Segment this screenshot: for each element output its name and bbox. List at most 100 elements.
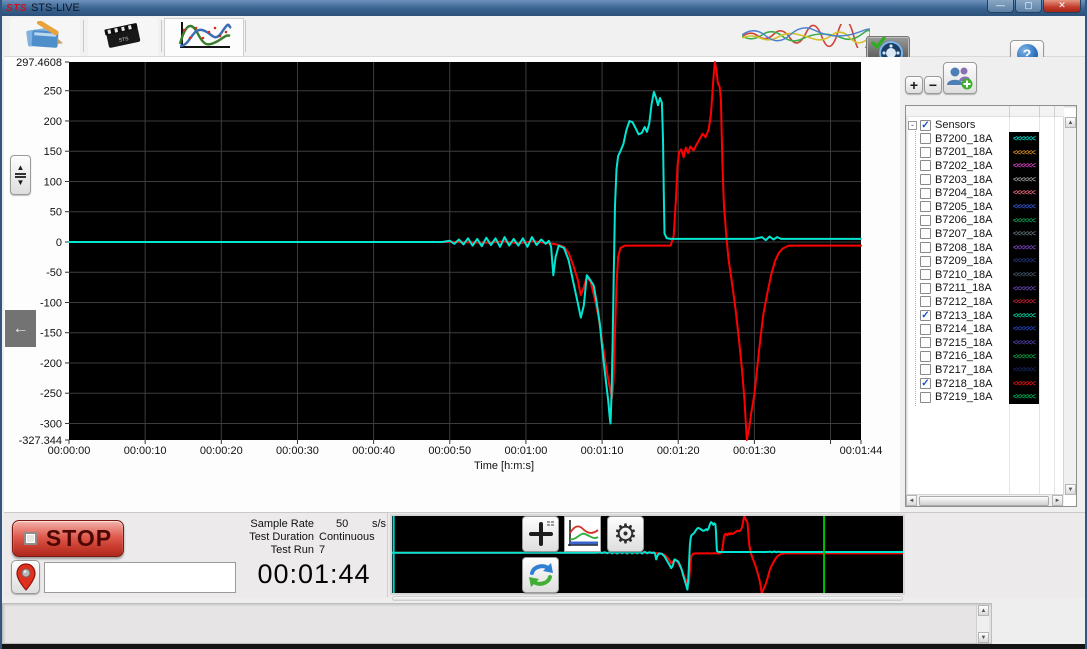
trace-color-swatch: <<<<<< bbox=[1010, 214, 1038, 228]
overview-chart-panel[interactable] bbox=[390, 514, 905, 595]
sensors-root-checkbox[interactable]: ✓ bbox=[920, 120, 931, 131]
sensor-row[interactable]: B7217_18A bbox=[920, 363, 993, 377]
status-message-area[interactable]: ▲ ▼ bbox=[2, 603, 992, 644]
elapsed-timer: 00:01:44 bbox=[242, 559, 386, 590]
sensor-label: B7215_18A bbox=[935, 337, 993, 349]
add-sensor-group-button[interactable] bbox=[943, 62, 977, 94]
sensor-row[interactable]: ✓B7218_18A bbox=[920, 377, 993, 391]
spinner-up-icon[interactable]: ▲ bbox=[17, 164, 25, 171]
sensor-row[interactable]: B7204_18A bbox=[920, 186, 993, 200]
sensor-checkbox[interactable] bbox=[920, 160, 931, 171]
tab-charts[interactable] bbox=[164, 18, 244, 56]
minimize-button[interactable]: — bbox=[987, 0, 1014, 13]
main-chart[interactable]: 00:00:0000:00:1000:00:2000:00:3000:00:40… bbox=[4, 57, 900, 512]
sensor-list-hscrollbar[interactable]: ◄ ► bbox=[906, 494, 1064, 506]
status-scroll-up-icon[interactable]: ▲ bbox=[978, 605, 989, 616]
sensor-row[interactable]: B7211_18A bbox=[920, 282, 992, 296]
sensor-row[interactable]: B7208_18A bbox=[920, 241, 993, 255]
sensor-row[interactable]: B7200_18A bbox=[920, 132, 993, 146]
sensor-checkbox[interactable] bbox=[920, 215, 931, 226]
sensor-checkbox[interactable] bbox=[920, 337, 931, 348]
sensor-checkbox[interactable] bbox=[920, 296, 931, 307]
sensor-checkbox[interactable] bbox=[920, 256, 931, 267]
tab-editor[interactable] bbox=[10, 18, 80, 56]
y-tick-label: -150 bbox=[40, 328, 62, 340]
marker-pin-button[interactable] bbox=[11, 560, 40, 594]
tab-divider bbox=[245, 20, 246, 52]
app-logo: STS bbox=[6, 3, 27, 14]
titlebar: STS STS-LIVE — ▢ ✕ bbox=[2, 0, 1085, 16]
zoom-out-button[interactable]: − bbox=[924, 76, 942, 94]
spinner-down-icon[interactable]: ▼ bbox=[17, 179, 25, 186]
sensor-row[interactable]: B7219_18A bbox=[920, 390, 993, 404]
trace-color-swatch: <<<<<< bbox=[1010, 159, 1038, 173]
sensor-label: B7209_18A bbox=[935, 255, 993, 267]
status-vscrollbar[interactable]: ▲ ▼ bbox=[976, 605, 989, 643]
sensor-row[interactable]: B7203_18A bbox=[920, 173, 993, 187]
tab-clapperboard[interactable]: STS bbox=[88, 18, 158, 56]
sensor-checkbox[interactable] bbox=[920, 147, 931, 158]
sensor-row[interactable]: B7215_18A bbox=[920, 336, 993, 350]
sensor-checkbox[interactable] bbox=[920, 242, 931, 253]
pan-left-button[interactable]: ← bbox=[5, 310, 36, 347]
sensor-row[interactable]: B7201_18A bbox=[920, 146, 993, 160]
test-duration-label: Test Duration bbox=[242, 531, 314, 544]
settings-button[interactable]: ⚙ bbox=[607, 516, 644, 552]
sensor-row[interactable]: B7202_18A bbox=[920, 159, 993, 173]
sensor-checkbox[interactable] bbox=[920, 133, 931, 144]
sensor-checkbox[interactable] bbox=[920, 324, 931, 335]
sensor-tree-root[interactable]: - ✓ Sensors bbox=[908, 118, 975, 132]
sensor-row[interactable]: B7209_18A bbox=[920, 254, 993, 268]
sensor-checkbox[interactable]: ✓ bbox=[920, 378, 931, 389]
scroll-up-icon[interactable]: ▲ bbox=[1065, 117, 1076, 128]
run-control-panel: STOP Sample Rate 50 s/s Test Duration bbox=[4, 513, 388, 597]
y-scale-spinner[interactable]: ▲ ▼ bbox=[10, 155, 31, 195]
stop-button[interactable]: STOP bbox=[12, 520, 124, 557]
overview-scrollbar[interactable] bbox=[392, 596, 903, 601]
graph-thumbnail-button[interactable] bbox=[564, 516, 601, 552]
spinner-grip bbox=[15, 173, 26, 175]
maximize-button[interactable]: ▢ bbox=[1015, 0, 1042, 13]
sensor-row[interactable]: B7206_18A bbox=[920, 214, 993, 228]
status-scroll-down-icon[interactable]: ▼ bbox=[978, 632, 989, 643]
trace-color-swatch: <<<<<< bbox=[1010, 282, 1038, 296]
sensor-row[interactable]: B7212_18A bbox=[920, 295, 993, 309]
x-tick-label: 00:01:44 bbox=[840, 445, 883, 457]
y-tick-label: -50 bbox=[46, 267, 62, 279]
sensor-list-vscrollbar[interactable]: ▲ ▼ bbox=[1063, 117, 1076, 495]
sensor-row[interactable]: ✓B7213_18A bbox=[920, 309, 993, 323]
test-run-label: Test Run bbox=[242, 544, 314, 557]
sensor-checkbox[interactable] bbox=[920, 364, 931, 375]
marker-text-input[interactable] bbox=[44, 562, 236, 593]
close-button[interactable]: ✕ bbox=[1043, 0, 1081, 13]
test-run-value: 7 bbox=[319, 544, 325, 557]
mini-graph-icon bbox=[565, 517, 600, 551]
scroll-left-icon[interactable]: ◄ bbox=[906, 495, 917, 506]
sensor-row[interactable]: B7216_18A bbox=[920, 350, 993, 364]
scroll-down-icon[interactable]: ▼ bbox=[1065, 484, 1076, 495]
sensor-checkbox[interactable] bbox=[920, 188, 931, 199]
sensor-checkbox[interactable]: ✓ bbox=[920, 310, 931, 321]
crosshair-cursor-button[interactable] bbox=[522, 516, 559, 552]
sensor-checkbox[interactable] bbox=[920, 283, 931, 294]
sensor-checkbox[interactable] bbox=[920, 392, 931, 403]
sensor-checkbox[interactable] bbox=[920, 201, 931, 212]
zoom-in-button[interactable]: + bbox=[905, 76, 923, 94]
sensor-row[interactable]: B7214_18A bbox=[920, 322, 993, 336]
sensor-row[interactable]: B7207_18A bbox=[920, 227, 993, 241]
sensor-checkbox[interactable] bbox=[920, 174, 931, 185]
refresh-button[interactable] bbox=[522, 557, 559, 593]
overview-chart[interactable] bbox=[392, 516, 903, 593]
sensor-checkbox[interactable] bbox=[920, 351, 931, 362]
sensor-label: B7217_18A bbox=[935, 364, 993, 376]
collapse-expander-icon[interactable]: - bbox=[908, 121, 917, 130]
notes-pencil-icon bbox=[23, 21, 67, 54]
scroll-right-icon[interactable]: ► bbox=[1052, 495, 1063, 506]
sensor-checkbox[interactable] bbox=[920, 269, 931, 280]
hscroll-thumb[interactable] bbox=[919, 496, 1049, 506]
sensor-checkbox[interactable] bbox=[920, 228, 931, 239]
sensor-row[interactable]: B7210_18A bbox=[920, 268, 993, 282]
sensor-row[interactable]: B7205_18A bbox=[920, 200, 993, 214]
location-pin-icon bbox=[15, 563, 37, 591]
y-tick-label: 250 bbox=[44, 86, 62, 98]
